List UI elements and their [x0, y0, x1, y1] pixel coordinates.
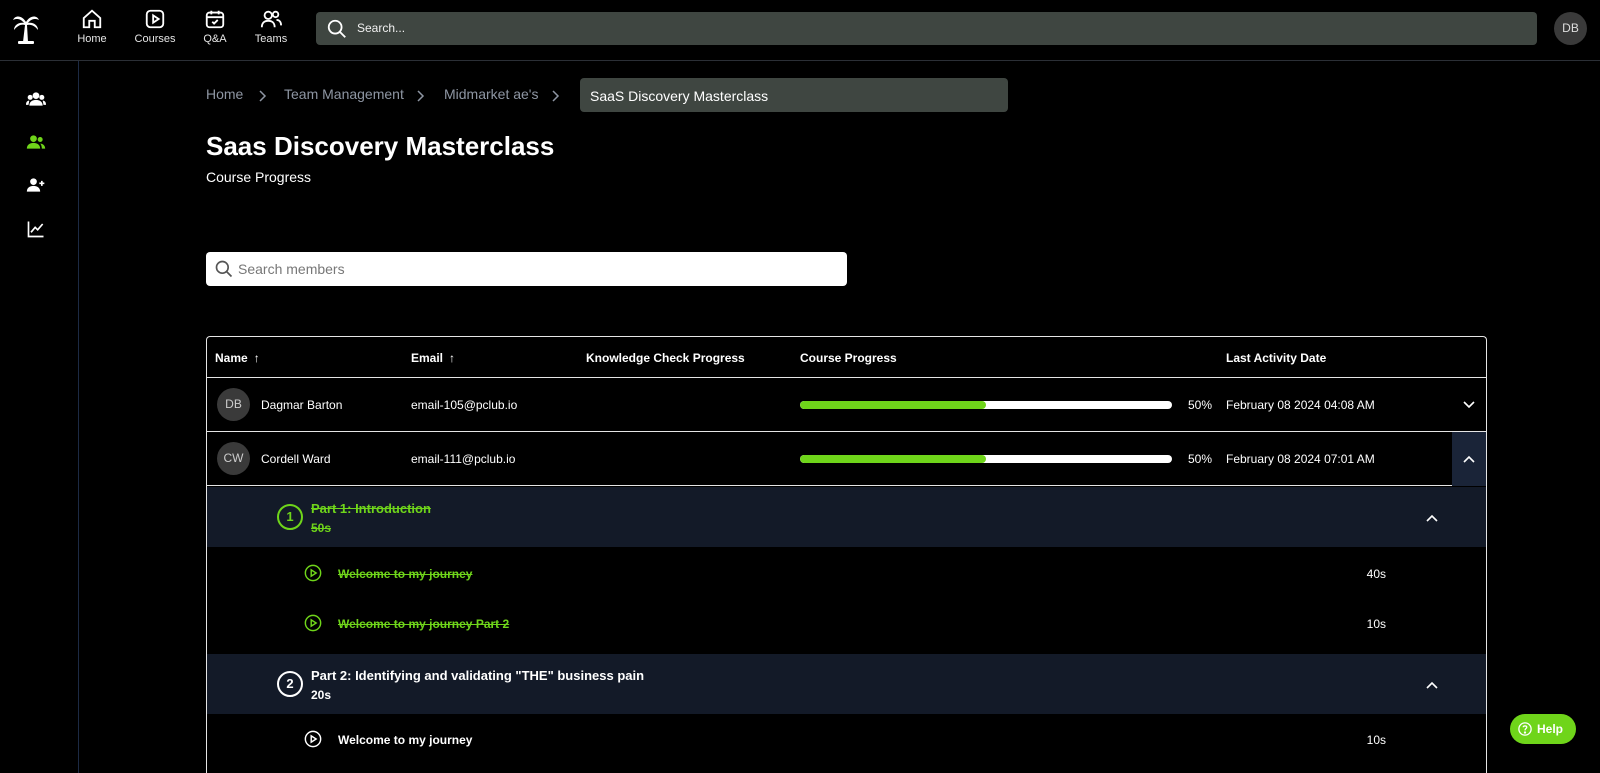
- search-icon: [215, 260, 233, 278]
- progress-fill: [800, 455, 986, 463]
- add-member-icon: [26, 178, 45, 192]
- member-email: email-105@pclub.io: [411, 398, 518, 412]
- table-header: Name ↑ Email ↑ Knowledge Check Progress Co…: [207, 337, 1486, 378]
- chevron-right-icon: [259, 90, 267, 102]
- lesson-title[interactable]: Welcome to my journey Part 2: [338, 617, 509, 631]
- lesson-item: Welcome to my journey 10s: [207, 714, 1486, 764]
- course-progress-bar: [800, 401, 1172, 409]
- member-search-field[interactable]: [206, 252, 847, 286]
- column-last-activity-header: Last Activity Date: [1226, 351, 1327, 365]
- global-search-placeholder: Search...: [357, 21, 406, 35]
- avatar: CW: [217, 442, 250, 475]
- member-name: Dagmar Barton: [261, 398, 343, 412]
- nav-home-label: Home: [77, 33, 107, 45]
- palm-tree-logo-icon[interactable]: [12, 12, 42, 44]
- sidebar-analytics-button[interactable]: [26, 219, 46, 239]
- home-icon: [82, 9, 102, 29]
- member-search-input[interactable]: [238, 252, 838, 286]
- section-number: 2: [277, 671, 303, 697]
- lesson-item: Welcome to my journey 40s: [207, 548, 1486, 598]
- chevron-right-icon: [552, 90, 560, 102]
- calendar-check-icon: [205, 10, 225, 29]
- play-circle-icon: [304, 614, 322, 632]
- course-section[interactable]: 1 Part 1: Introduction 50s: [207, 487, 1486, 547]
- chevron-up-icon: [1463, 455, 1475, 463]
- play-circle-icon: [304, 730, 322, 748]
- chevron-right-icon: [417, 90, 425, 102]
- help-button[interactable]: Help: [1510, 714, 1576, 744]
- lesson-item: Welcome to my journey Part 2 10s: [207, 598, 1486, 648]
- collapse-row-button[interactable]: [1452, 432, 1486, 486]
- nav-qa[interactable]: Q&A: [185, 8, 245, 52]
- section-duration: 20s: [311, 688, 332, 702]
- sidebar-members-button[interactable]: [26, 132, 46, 152]
- last-activity-date: February 08 2024 04:08 AM: [1226, 398, 1375, 412]
- users-icon: [260, 10, 282, 28]
- lesson-title[interactable]: Welcome to my journey: [338, 733, 472, 747]
- section-duration: 50s: [311, 521, 332, 535]
- sidebar: [0, 61, 79, 773]
- breadcrumb-team-management[interactable]: Team Management: [284, 86, 404, 102]
- search-icon: [327, 19, 346, 38]
- nav-teams[interactable]: Teams: [241, 8, 301, 52]
- lesson-duration: 40s: [1366, 567, 1386, 581]
- member-name: Cordell Ward: [261, 452, 331, 466]
- chevron-down-icon: [1463, 401, 1475, 409]
- members-icon: [26, 135, 46, 149]
- column-name-header[interactable]: Name ↑: [215, 351, 260, 365]
- sidebar-add-member-button[interactable]: [26, 175, 46, 195]
- table-row[interactable]: DB Dagmar Barton email-105@pclub.io 50% …: [207, 378, 1486, 432]
- column-progress-header: Course Progress: [800, 351, 897, 365]
- nav-home[interactable]: Home: [62, 8, 122, 52]
- play-square-icon: [145, 9, 165, 29]
- sort-arrow-icon: ↑: [253, 351, 260, 365]
- expand-row-button[interactable]: [1452, 378, 1486, 432]
- nav-courses[interactable]: Courses: [125, 8, 185, 52]
- breadcrumb-midmarket[interactable]: Midmarket ae's: [444, 86, 538, 102]
- breadcrumb-home[interactable]: Home: [206, 86, 243, 102]
- page-subtitle: Course Progress: [206, 169, 312, 185]
- chevron-up-icon[interactable]: [1425, 511, 1439, 525]
- progress-percent: 50%: [1188, 452, 1213, 466]
- progress-percent: 50%: [1188, 398, 1213, 412]
- top-navbar: Home Courses Q&A Teams Search... DB: [0, 0, 1600, 61]
- avatar: DB: [217, 388, 250, 421]
- user-avatar[interactable]: DB: [1554, 12, 1587, 45]
- progress-table: Name ↑ Email ↑ Knowledge Check Progress Co…: [206, 336, 1487, 773]
- lesson-title[interactable]: Welcome to my journey: [338, 567, 472, 581]
- sort-arrow-icon: ↑: [449, 351, 456, 365]
- play-circle-icon: [304, 564, 322, 582]
- section-number: 1: [277, 504, 303, 530]
- last-activity-date: February 08 2024 07:01 AM: [1226, 452, 1375, 466]
- sidebar-team-button[interactable]: [26, 89, 46, 109]
- course-progress-bar: [800, 455, 1172, 463]
- table-row[interactable]: CW Cordell Ward email-111@pclub.io 50% F…: [207, 432, 1486, 486]
- lesson-duration: 10s: [1366, 617, 1386, 631]
- nav-qa-label: Q&A: [203, 33, 227, 45]
- chevron-up-icon[interactable]: [1425, 678, 1439, 692]
- chart-icon: [27, 221, 44, 238]
- nav-courses-label: Courses: [134, 33, 176, 45]
- course-section[interactable]: 2 Part 2: Identifying and validating "TH…: [207, 654, 1486, 714]
- column-knowledge-header: Knowledge Check Progress: [586, 351, 745, 365]
- help-label: Help: [1537, 722, 1564, 736]
- page-title: Saas Discovery Masterclass: [206, 131, 555, 161]
- global-search-input[interactable]: Search...: [316, 12, 1537, 45]
- column-email-header[interactable]: Email ↑: [411, 351, 455, 365]
- team-icon: [26, 92, 46, 106]
- breadcrumb-current: SaaS Discovery Masterclass: [580, 78, 1008, 112]
- member-email: email-111@pclub.io: [411, 452, 516, 466]
- lesson-duration: 10s: [1366, 733, 1386, 747]
- progress-fill: [800, 401, 986, 409]
- section-title: Part 2: Identifying and validating "THE"…: [311, 668, 645, 683]
- question-circle-icon: [1518, 722, 1532, 736]
- section-title: Part 1: Introduction: [311, 501, 431, 516]
- nav-teams-label: Teams: [254, 33, 288, 45]
